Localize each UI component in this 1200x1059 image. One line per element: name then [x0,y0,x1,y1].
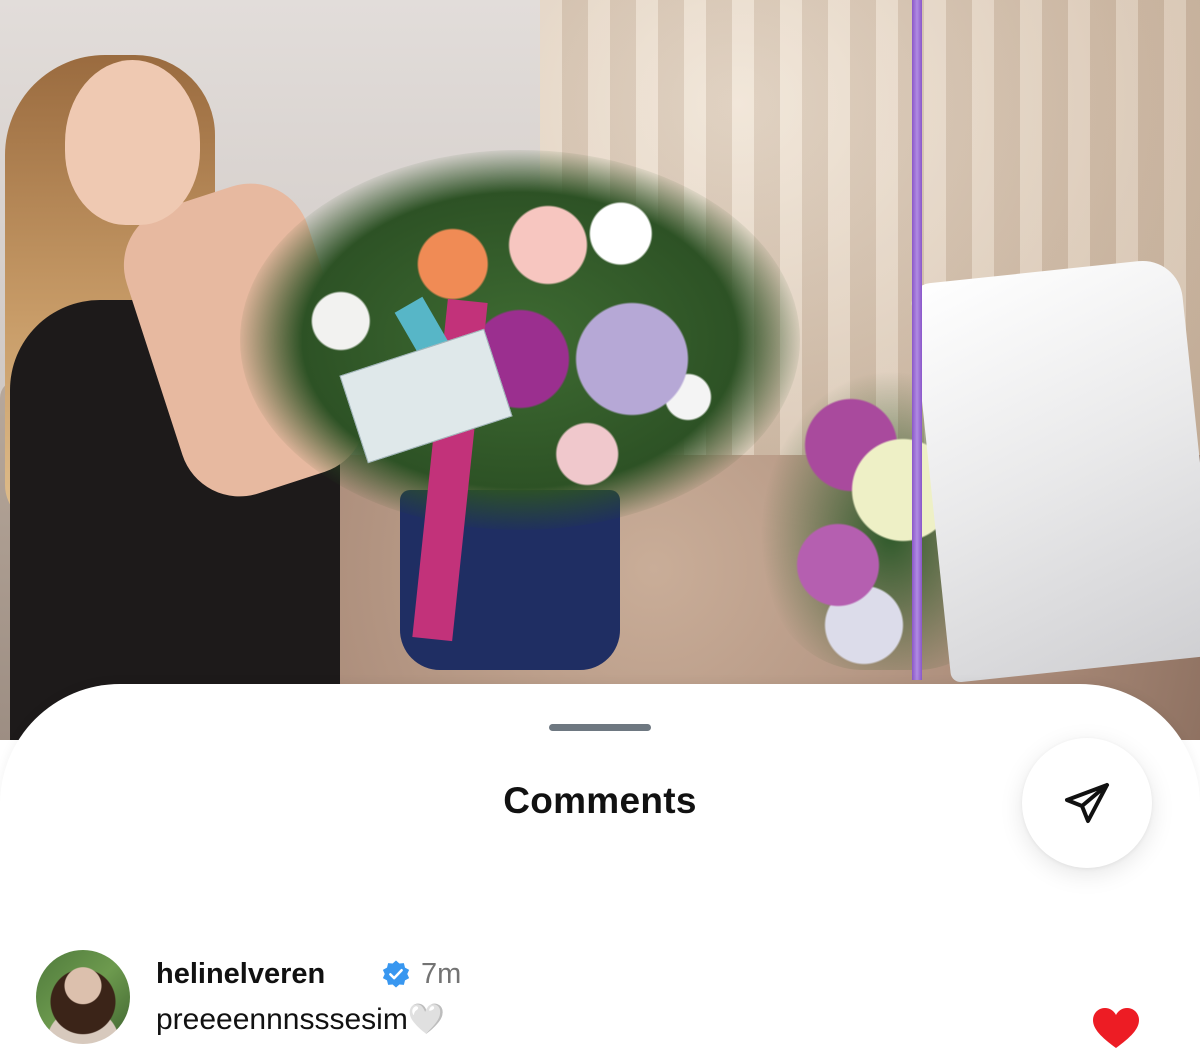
white-heart-emoji: 🤍 [407,1003,446,1036]
photo-person-face [65,60,200,225]
verified-badge-icon [382,960,410,988]
comment-text: preeeennnsssesim🤍 [156,1002,445,1037]
comment-body: preeeennnsssesim [156,1003,408,1036]
comment-username[interactable]: helinelveren [156,958,325,991]
avatar[interactable] [36,950,130,1044]
comment-time: 7m [421,958,462,990]
photo-wrapping-paper [909,256,1200,684]
post-photo [0,0,1200,740]
comments-sheet: Comments helinelveren 7m preeeennnsssesi… [0,684,1200,1059]
share-button[interactable] [1022,738,1152,868]
photo-balloon-string [912,0,922,680]
comment-item: helinelveren 7m preeeennnsssesim🤍 [36,950,1166,1050]
photo-bouquet [240,150,800,530]
send-icon [1065,783,1109,823]
drag-handle[interactable] [549,724,651,731]
heart-icon[interactable] [1091,1006,1141,1050]
sheet-title: Comments [503,780,697,821]
